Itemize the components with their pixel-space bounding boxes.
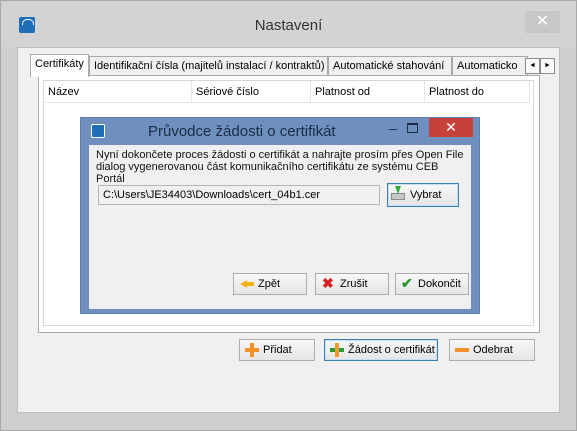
- plus-icon: [244, 342, 260, 358]
- certificate-request-button[interactable]: Žádost o certifikát: [324, 339, 438, 361]
- dialog-close-button[interactable]: ✕: [429, 118, 473, 137]
- tab-scroll-left-button[interactable]: ◄: [525, 58, 540, 74]
- browse-button[interactable]: Vybrat: [387, 183, 459, 207]
- checkmark-icon: ✔: [401, 275, 413, 291]
- minus-icon: [454, 342, 470, 358]
- remove-button[interactable]: Odebrat: [449, 339, 535, 361]
- certificate-request-wizard-dialog: Průvodce žádosti o certifikát – ✕ Nyní d…: [80, 117, 480, 314]
- tab-scroll-buttons: ◄ ►: [525, 56, 555, 74]
- window-title: Nastavení: [254, 17, 323, 34]
- add-button-label: Přidat: [263, 344, 292, 356]
- x-icon: ✖: [322, 275, 334, 291]
- browse-button-label: Vybrat: [410, 189, 442, 201]
- back-button-label: Zpět: [258, 278, 281, 290]
- title-bar: Nastavení ✕: [1, 1, 576, 47]
- tab-certificates[interactable]: Certifikáty: [30, 54, 89, 77]
- column-header-valid-from[interactable]: Platnost od: [311, 81, 425, 103]
- column-header-valid-to[interactable]: Platnost do: [425, 81, 530, 103]
- certificate-request-icon: [329, 342, 345, 358]
- column-header-name[interactable]: Název: [44, 81, 192, 103]
- remove-button-label: Odebrat: [473, 344, 513, 356]
- cancel-button[interactable]: ✖ Zrušit: [315, 273, 389, 295]
- download-icon: [391, 186, 405, 200]
- close-window-button[interactable]: ✕: [525, 11, 560, 33]
- minimize-button[interactable]: –: [385, 120, 401, 136]
- finish-button[interactable]: ✔ Dokončit: [395, 273, 469, 295]
- add-button[interactable]: Přidat: [239, 339, 315, 361]
- tab-scroll-right-button[interactable]: ►: [540, 58, 555, 74]
- file-path-field[interactable]: C:\Users\JE34403\Downloads\cert_04b1.cer: [98, 185, 380, 205]
- tab-identification-numbers[interactable]: Identifikační čísla (majitelů instalací …: [89, 56, 328, 76]
- column-header-serial[interactable]: Sériové číslo: [192, 81, 311, 103]
- tab-strip: Certifikáty Identifikační čísla (majitel…: [30, 54, 558, 77]
- arrow-left-icon: [239, 276, 255, 292]
- finish-button-label: Dokončit: [418, 278, 461, 290]
- dialog-title-bar: Průvodce žádosti o certifikát – ✕: [81, 118, 479, 144]
- tab-automatic-download[interactable]: Automatické stahování: [328, 56, 452, 76]
- tab-automatic-more[interactable]: Automaticko: [452, 56, 528, 76]
- cancel-button-label: Zrušit: [340, 278, 368, 290]
- maximize-button[interactable]: [407, 123, 418, 133]
- instruction-text: Nyní dokončete proces žádosti o certifik…: [96, 149, 464, 185]
- dialog-title: Průvodce žádosti o certifikát: [148, 123, 336, 140]
- dialog-client-area: Nyní dokončete proces žádosti o certifik…: [89, 145, 471, 309]
- certificate-request-label: Žádost o certifikát: [348, 344, 435, 356]
- back-button[interactable]: Zpět: [233, 273, 307, 295]
- ceb-app-icon: [91, 124, 105, 138]
